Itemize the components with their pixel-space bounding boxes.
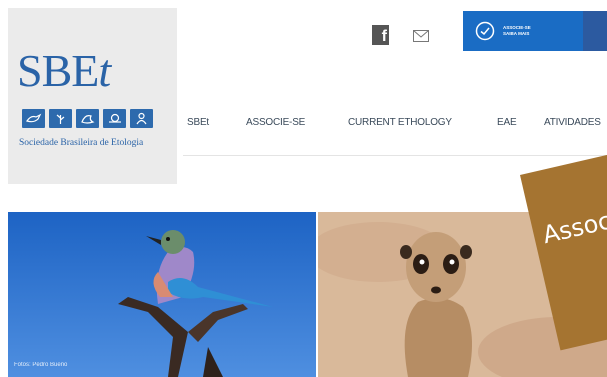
bird-icon — [22, 109, 45, 128]
cta-extension[interactable] — [583, 11, 607, 51]
associe-se-button[interactable]: ASSOCIE-SE SAIBA MAIS — [463, 11, 583, 51]
logo-wordmark: SBEt — [17, 45, 111, 96]
check-circle-icon — [475, 21, 495, 41]
mail-icon[interactable] — [413, 29, 429, 47]
photo-credit: Fotos: Pedro Bueno — [14, 362, 68, 368]
plant-icon — [49, 109, 72, 128]
facebook-icon[interactable]: f — [372, 25, 389, 45]
cta-label: ASSOCIE-SE SAIBA MAIS — [503, 25, 531, 36]
fish-icon — [76, 109, 99, 128]
site-logo[interactable]: SBEt Sociedade Brasileira de Etologia — [8, 8, 177, 184]
snail-icon — [103, 109, 126, 128]
logo-subtitle: Sociedade Brasileira de Etologia — [19, 138, 144, 148]
nav-item-atividades[interactable]: ATIVIDADES — [544, 117, 601, 128]
primate-icon — [130, 109, 153, 128]
nav-divider — [183, 155, 607, 156]
hero-image-bird — [8, 212, 316, 377]
nav-item-current-ethology[interactable]: CURRENT ETHOLOGY — [348, 117, 452, 128]
nav-item-associe-se[interactable]: ASSOCIE-SE — [246, 117, 305, 128]
logo-icon-row — [22, 109, 153, 128]
nav-item-eae[interactable]: EAE — [497, 117, 517, 128]
nav-item-sbet[interactable]: SBEt — [187, 117, 209, 128]
